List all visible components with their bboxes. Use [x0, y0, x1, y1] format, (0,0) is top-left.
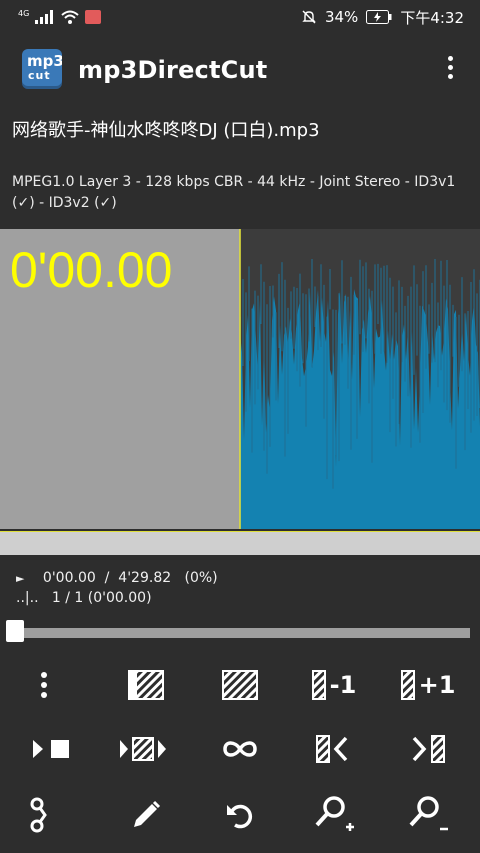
waveform-area [239, 229, 480, 529]
position-percent: (0%) [184, 570, 218, 586]
loop-icon [223, 741, 257, 757]
goto-selection-start-icon [316, 735, 348, 763]
zoom-in-button[interactable] [304, 790, 364, 840]
position-slider[interactable] [6, 620, 470, 642]
file-info: MPEG1.0 Layer 3 - 128 kbps CBR - 44 kHz … [12, 174, 456, 211]
battery-icon [366, 10, 392, 24]
cut-icon [30, 797, 47, 833]
select-all-button[interactable] [210, 660, 270, 710]
dot-icon [447, 56, 453, 61]
slider-track [16, 628, 470, 638]
selection-bar[interactable] [0, 531, 480, 555]
dot-icon [447, 65, 453, 70]
logo-text-bottom: cut [28, 69, 51, 82]
select-left-icon [128, 670, 164, 700]
signal-icon [35, 10, 54, 24]
cutpoint-readout: ..|.. 1 / 1 (0'00.00) [16, 590, 152, 606]
play-selection-icon [120, 737, 166, 761]
play-stop-button[interactable] [22, 724, 82, 774]
more-vert-icon [41, 672, 47, 698]
status-left: 4G [18, 8, 102, 26]
app-title: mp3DirectCut [78, 56, 268, 84]
mute-bell-icon [302, 10, 316, 24]
current-time: 0'00.00 [42, 570, 96, 586]
selection-minus-icon [311, 670, 326, 700]
play-selection-button[interactable] [116, 724, 176, 774]
goto-selection-start-button[interactable] [304, 724, 364, 774]
clock: 下午4:32 [400, 8, 464, 27]
slider-thumb[interactable] [6, 620, 24, 642]
dot-icon [447, 74, 453, 79]
play-stop-icon [33, 740, 69, 758]
waveform-time: 0'00.00 [10, 242, 173, 298]
selection-plus-icon [400, 670, 415, 700]
zoom-out-icon [409, 796, 448, 831]
file-name: 网络歌手-神仙水咚咚咚DJ (口白).mp3 [12, 120, 320, 141]
notification-icon [85, 10, 102, 24]
select-left-button[interactable] [116, 660, 176, 710]
battery-percent: 34% [324, 8, 359, 26]
goto-selection-end-icon [412, 735, 445, 763]
waveform-view[interactable]: 0'00.00 [0, 229, 480, 529]
selection-minus-button[interactable]: -1 [304, 660, 364, 710]
status-bar: 4G 34% 下午4:32 [0, 0, 480, 34]
more-button[interactable] [14, 660, 74, 710]
app-logo-icon: mp3 cut [22, 49, 62, 89]
loop-button[interactable] [210, 724, 270, 774]
cutpoint-marker: ..|.. [16, 590, 39, 606]
total-time: 4'29.82 [118, 570, 172, 586]
minus-one-label: -1 [329, 671, 357, 699]
overflow-menu-button[interactable] [442, 56, 458, 84]
app-bar: mp3 cut mp3DirectCut [0, 34, 480, 104]
status-right: 34% 下午4:32 [301, 6, 464, 28]
wifi-icon [61, 10, 79, 24]
position-readout: ► 0'00.00 / 4'29.82 (0%) [16, 570, 218, 586]
time-separator: / [104, 570, 110, 586]
undo-icon [227, 804, 253, 829]
logo-text-top: mp3 [27, 52, 62, 70]
cutpoint-value: 1 / 1 (0'00.00) [51, 590, 152, 606]
undo-button[interactable] [210, 790, 270, 840]
network-type: 4G [18, 8, 30, 18]
cut-button[interactable] [10, 790, 70, 840]
goto-selection-end-button[interactable] [398, 724, 458, 774]
waveform-graph [239, 229, 480, 529]
zoom-in-icon [315, 796, 354, 831]
select-all-icon [222, 670, 258, 700]
play-cursor [239, 229, 241, 529]
play-indicator-icon: ► [16, 572, 25, 585]
plus-one-label: +1 [418, 671, 456, 699]
zoom-out-button[interactable] [398, 790, 458, 840]
pencil-icon [134, 800, 161, 827]
selection-plus-button[interactable]: +1 [398, 660, 458, 710]
edit-button[interactable] [116, 790, 176, 840]
